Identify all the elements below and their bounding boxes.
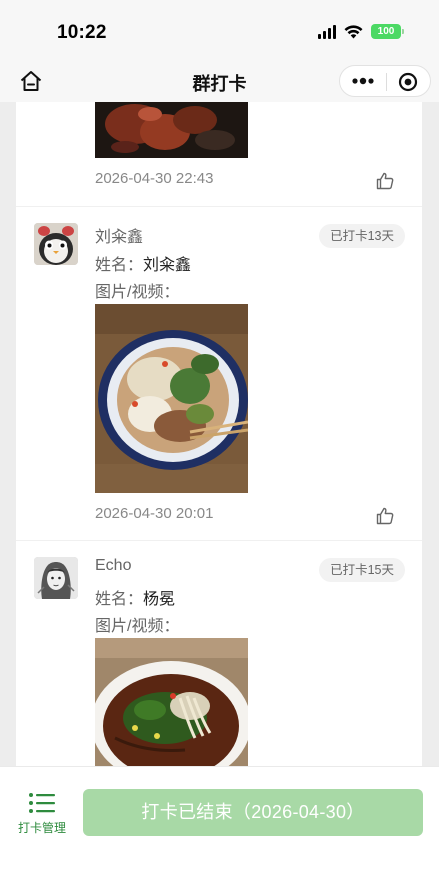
bottom-bar: 打卡管理 打卡已结束（2026-04-30） [0,766,439,890]
name-field: 姓名：刘籴鑫 [95,251,191,275]
post-username: 刘籴鑫 [95,229,144,246]
more-icon[interactable] [351,75,375,87]
checkin-post: 2026-04-30 22:43 [16,102,422,207]
battery-indicator: 100 [371,24,404,39]
nav-bar: 群打卡 [0,62,439,102]
thumbs-up-icon[interactable] [375,506,395,526]
status-bar: 10:22 100 [0,0,439,62]
checkin-days-badge: 已打卡15天 [319,558,405,582]
post-timestamp: 2026-04-30 20:01 [95,505,214,522]
avatar[interactable] [34,223,78,265]
checkin-post: Echo 已打卡15天 姓名：杨冕 图片/视频： [16,541,422,766]
thumbs-up-icon[interactable] [375,171,395,191]
checkin-days-badge: 已打卡13天 [319,224,405,248]
post-photo[interactable] [95,102,248,158]
status-time: 10:22 [57,22,107,43]
avatar[interactable] [34,557,78,599]
capsule-divider [386,73,387,91]
checkin-post: 刘籴鑫 已打卡13天 姓名：刘籴鑫 图片/视频： 2026-04-30 20:0… [16,207,422,541]
media-label: 图片/视频： [95,284,180,301]
name-value: 杨冕 [143,591,176,608]
post-timestamp: 2026-04-30 22:43 [95,170,214,187]
post-username: Echo [95,557,132,574]
checkin-ended-button[interactable]: 打卡已结束（2026-04-30） [83,789,423,836]
name-field: 姓名：杨冕 [95,585,175,609]
checkin-manage-button[interactable]: 打卡管理 [12,789,72,839]
wifi-icon [344,24,363,39]
target-icon[interactable] [398,72,418,92]
signal-icon [318,24,336,39]
checkin-feed[interactable]: 2026-04-30 22:43 刘籴鑫 已打卡13天 姓名：刘籴鑫 图片/视频… [16,102,422,766]
post-photo[interactable] [95,304,248,493]
mini-program-capsule [339,65,431,97]
name-label: 姓名： [95,257,144,274]
media-label: 图片/视频： [95,618,180,635]
post-photo[interactable] [95,638,248,766]
name-label: 姓名： [95,591,144,608]
checkin-manage-label: 打卡管理 [17,821,66,835]
status-icons: 100 [318,24,404,39]
name-value: 刘籴鑫 [143,257,192,274]
list-icon [29,793,55,813]
